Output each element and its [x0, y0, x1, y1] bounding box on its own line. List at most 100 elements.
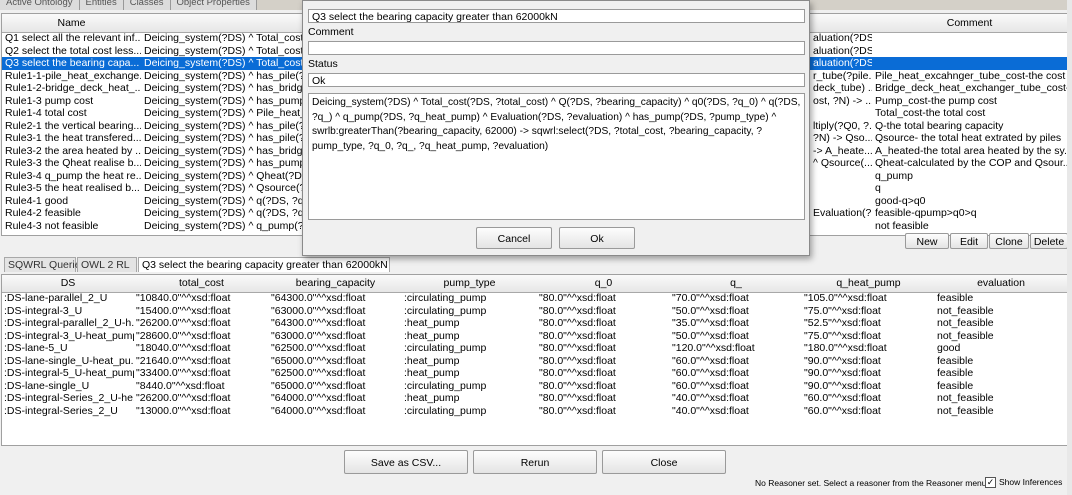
- comment-field[interactable]: [308, 41, 805, 55]
- result-cell: "90.0"^^xsd:float: [804, 367, 881, 379]
- rule-comment-cell: Qsource- the total heat extrated by pile…: [875, 132, 1062, 144]
- tab-owl2rl[interactable]: OWL 2 RL: [77, 257, 137, 272]
- rule-body-cell: Deicing_system(?DS) ^ q_pump(?DS: [144, 219, 311, 232]
- delete-rule-button[interactable]: Delete: [1030, 233, 1068, 249]
- cancel-button[interactable]: Cancel: [476, 227, 552, 249]
- result-row[interactable]: :DS-integral-Series_2_U-he... "26200.0"^^…: [2, 392, 1067, 405]
- result-cell: "26200.0"^^xsd:float: [136, 317, 231, 329]
- result-cell: :DS-integral-5_U-heat_pump: [4, 367, 134, 379]
- result-column-header[interactable]: bearing_capacity: [269, 275, 403, 293]
- new-rule-button[interactable]: New: [905, 233, 949, 249]
- save-as-csv-button[interactable]: Save as CSV...: [344, 450, 468, 474]
- rerun-button[interactable]: Rerun: [473, 450, 597, 474]
- result-cell: :circulating_pump: [404, 342, 487, 354]
- tab-q3-result[interactable]: Q3 select the bearing capacity greater t…: [138, 257, 390, 272]
- clone-rule-button[interactable]: Clone: [989, 233, 1029, 249]
- result-column-header[interactable]: q_heat_pump: [802, 275, 936, 293]
- result-row[interactable]: :DS-lane-5_U "18040.0"^^xsd:float "62500.0…: [2, 342, 1067, 355]
- result-row[interactable]: :DS-lane-parallel_2_U "10840.0"^^xsd:floa…: [2, 292, 1067, 305]
- rule-comment-cell: q_pump: [875, 169, 913, 182]
- result-cell: :DS-integral-3_U-heat_pump: [4, 329, 134, 342]
- rule-text-area[interactable]: Deicing_system(?DS) ^ Total_cost(?DS, ?t…: [308, 93, 805, 220]
- result-cell: "62500.0"^^xsd:float: [271, 342, 366, 354]
- result-column-header[interactable]: pump_type: [402, 275, 538, 293]
- result-cell: "80.0"^^xsd:float: [539, 292, 616, 304]
- result-column-header[interactable]: DS: [2, 275, 135, 293]
- rule-body-cell: Deicing_system(?DS) ^ has_bridge_: [144, 144, 311, 157]
- show-inferences-toggle[interactable]: ✓ Show Inferences: [985, 477, 1063, 489]
- reasoner-status: No Reasoner set. Select a reasoner from …: [755, 478, 987, 488]
- result-cell: "80.0"^^xsd:float: [539, 342, 616, 354]
- show-inferences-label: Show Inferences: [999, 477, 1063, 487]
- result-cell: :heat_pump: [404, 392, 460, 404]
- result-cell: "18040.0"^^xsd:float: [136, 342, 231, 354]
- result-cell: :DS-integral-3_U: [4, 304, 83, 317]
- top-tab[interactable]: Classes: [123, 0, 171, 10]
- rule-body-tail-cell: ltiply(?Q0, ?...: [813, 119, 872, 132]
- result-cell: "64000.0"^^xsd:float: [271, 392, 366, 404]
- rule-name-cell: Rule1-4 total cost: [5, 107, 87, 119]
- rule-name-field[interactable]: Q3 select the bearing capacity greater t…: [308, 9, 805, 23]
- result-row[interactable]: :DS-lane-single_U-heat_pu... "21640.0"^^x…: [2, 355, 1067, 368]
- rule-body-tail-cell: [810, 220, 872, 233]
- rule-comment-cell: Qheat-calculated by the COP and Qsour...: [875, 157, 1067, 169]
- result-cell: "40.0"^^xsd:float: [672, 392, 749, 404]
- result-cell: feasible: [937, 354, 974, 367]
- rule-name-cell: Q1 select all the relevant inf...: [5, 32, 141, 44]
- column-header-comment[interactable]: Comment: [872, 14, 1067, 33]
- result-cell: not_feasible: [937, 404, 994, 417]
- column-header-name[interactable]: Name: [2, 14, 142, 33]
- rule-body-cell: Deicing_system(?DS) ^ has_pile(?DS,: [144, 132, 311, 144]
- edit-rule-button[interactable]: Edit: [950, 233, 988, 249]
- checkbox-checkmark-icon[interactable]: ✓: [985, 477, 996, 489]
- result-cell: not_feasible: [937, 392, 994, 404]
- rule-name-cell: Rule4-1 good: [5, 194, 69, 207]
- rule-name-cell: Rule2-1 the vertical bearing...: [5, 119, 141, 132]
- rule-editor-dialog: Q3 select the bearing capacity greater t…: [302, 0, 810, 256]
- top-tab[interactable]: Entities: [79, 0, 124, 10]
- result-column-header[interactable]: evaluation: [935, 275, 1067, 293]
- rule-body-cell: Deicing_system(?DS) ^ Qheat(?DS, ?: [144, 169, 311, 182]
- rule-body-cell: Deicing_system(?DS) ^ q(?DS, ?q_c): [144, 194, 311, 207]
- result-row[interactable]: :DS-integral-parallel_2_U-h... "26200.0"^…: [2, 317, 1067, 330]
- result-cell: "35.0"^^xsd:float: [672, 317, 749, 329]
- rule-comment-cell: Q-the total bearing capacity: [875, 119, 1004, 132]
- result-column-header[interactable]: total_cost: [134, 275, 270, 293]
- rule-name-cell: Q2 select the total cost less...: [5, 44, 141, 57]
- rule-comment-cell: good-q>q0: [875, 194, 926, 207]
- tab-sqwrl-queries[interactable]: SQWRL Queries: [4, 257, 86, 272]
- result-cell: "64300.0"^^xsd:float: [271, 317, 366, 329]
- rule-comment-cell: feasible-qpump>q0>q: [875, 207, 977, 219]
- rule-body-tail-cell: r_tube(?pile...: [813, 69, 872, 82]
- ok-button[interactable]: Ok: [559, 227, 635, 249]
- rule-body-tail-cell: aluation(?DS,...: [813, 32, 872, 44]
- rule-body-tail-cell: [810, 170, 872, 183]
- rule-body-cell: Deicing_system(?DS) ^ Total_cost(?DS,: [144, 32, 311, 44]
- result-column-header[interactable]: q_0: [537, 275, 671, 293]
- result-row[interactable]: :DS-lane-single_U "8440.0"^^xsd:float "650…: [2, 380, 1067, 393]
- window-scrollbar[interactable]: [1067, 0, 1072, 495]
- result-cell: "13000.0"^^xsd:float: [136, 404, 231, 417]
- status-label: Status: [308, 58, 338, 70]
- rule-body-tail-cell: ^ Qsource(...: [813, 157, 872, 169]
- result-row[interactable]: :DS-integral-5_U-heat_pump "33400.0"^^xsd…: [2, 367, 1067, 380]
- result-cell: "60.0"^^xsd:float: [672, 379, 749, 392]
- result-row[interactable]: :DS-integral-Series_2_U "13000.0"^^xsd:fl…: [2, 405, 1067, 418]
- result-cell: "80.0"^^xsd:float: [539, 329, 616, 342]
- rule-comment-cell: not feasible: [875, 219, 929, 232]
- top-tab[interactable]: Active Ontology: [0, 0, 80, 10]
- rule-body-cell: Deicing_system(?DS) ^ Pile_heat_exc: [144, 107, 311, 119]
- result-row[interactable]: :DS-integral-3_U-heat_pump "28600.0"^^xsd…: [2, 330, 1067, 343]
- result-column-header[interactable]: q_: [670, 275, 803, 293]
- result-cell: "120.0"^^xsd:float: [672, 342, 755, 354]
- rule-body-tail-cell: [810, 182, 872, 195]
- result-cell: "62500.0"^^xsd:float: [271, 367, 366, 379]
- result-cell: "70.0"^^xsd:float: [672, 292, 749, 304]
- close-button[interactable]: Close: [602, 450, 726, 474]
- result-cell: "80.0"^^xsd:float: [539, 379, 616, 392]
- rule-comment-cell: Pile_heat_excahnger_tube_cost-the cost .…: [875, 69, 1067, 82]
- rule-comment-cell: [872, 32, 1067, 45]
- result-row[interactable]: :DS-integral-3_U "15400.0"^^xsd:float "630…: [2, 305, 1067, 318]
- result-cell: "90.0"^^xsd:float: [804, 379, 881, 392]
- top-tab[interactable]: Object Properties: [170, 0, 257, 10]
